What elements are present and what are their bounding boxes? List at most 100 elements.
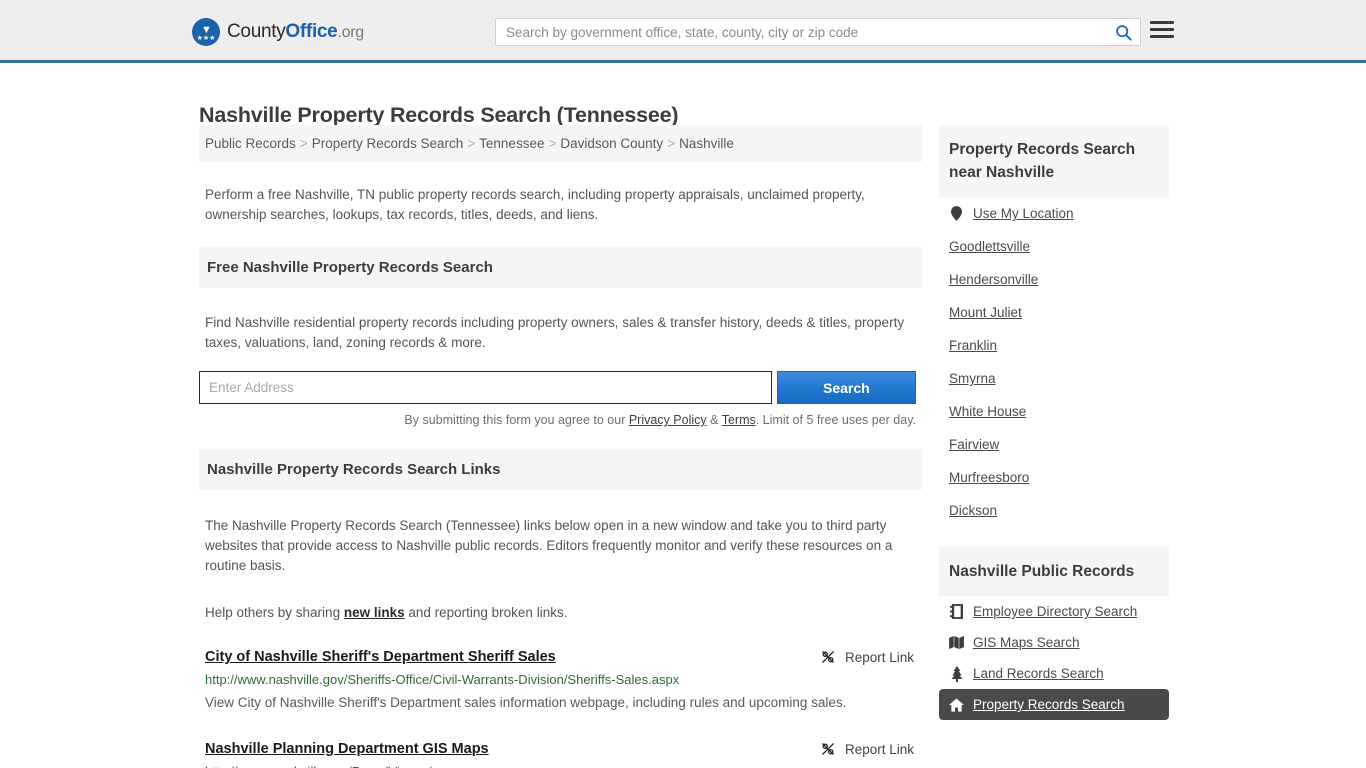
free-search-description: Find Nashville residential property reco… [205,315,905,350]
sidebar-item-goodlettsville[interactable]: Goodlettsville [939,230,1169,263]
tree-glyph [951,665,962,682]
home-icon [949,697,964,712]
breadcrumb-separator: > [548,136,557,151]
countyoffice-eagle-logo-icon: ▼ ★★★ [192,18,220,46]
breadcrumb: Public Records > Property Records Search > T… [199,125,922,162]
public-records-panel-heading: Nashville Public Records [939,547,1169,596]
sidebar-link[interactable]: Employee Directory Search [973,604,1137,619]
sidebar-link[interactable]: Mount Juliet [949,305,1022,320]
sidebar: Property Records Search near Nashville U… [939,125,1169,720]
breadcrumb-item-property-records-search[interactable]: Property Records Search [312,136,464,151]
sidebar-item-fairview[interactable]: Fairview [939,428,1169,461]
stars-glyph: ★★★ [196,35,216,42]
sidebar-link[interactable]: Dickson [949,503,997,518]
links-section-description: The Nashville Property Records Search (T… [205,517,893,573]
sidebar-item-dickson[interactable]: Dickson [939,494,1169,527]
sidebar-item-mount-juliet[interactable]: Mount Juliet [939,296,1169,329]
result-header: City of Nashville Sheriff's Department S… [205,649,916,665]
result-title-link[interactable]: City of Nashville Sheriff's Department S… [205,649,556,665]
sidebar-link[interactable]: Smyrna [949,371,996,386]
map-glyph [949,636,964,649]
help-share-line: Help others by sharing new links and rep… [199,589,922,623]
public-records-list: Employee Directory Search GIS Maps Searc… [939,596,1169,720]
report-link-button[interactable]: Report Link [820,741,916,757]
sidebar-item-smyrna[interactable]: Smyrna [939,362,1169,395]
breadcrumb-separator: > [299,136,308,151]
sidebar-link[interactable]: Murfreesboro [949,470,1029,485]
sidebar-item-land-records-search[interactable]: Land Records Search [939,658,1169,689]
sidebar-link[interactable]: Use My Location [973,206,1074,221]
address-search-form: Search [199,371,922,404]
hamburger-bar [1150,28,1174,31]
nearby-city-list: Use My Location Goodlettsville Henderson… [939,197,1169,527]
main-content-column: Public Records > Property Records Search > T… [199,125,922,768]
disclaimer-prefix: By submitting this form you agree to our [404,413,629,427]
disclaimer-amp: & [706,413,722,427]
nearby-panel-heading: Property Records Search near Nashville [939,125,1169,197]
address-input[interactable] [199,371,772,404]
report-link-button[interactable]: Report Link [820,649,916,665]
breadcrumb-item-public-records[interactable]: Public Records [205,136,296,151]
hamburger-menu-icon[interactable] [1150,21,1174,38]
links-section-heading: Nashville Property Records Search Links [199,449,922,490]
home-glyph [949,697,964,712]
search-icon-glyph [1115,24,1132,41]
result-header: Nashville Planning Department GIS Maps R… [205,741,916,757]
sidebar-link[interactable]: Land Records Search [973,666,1104,681]
sidebar-item-employee-directory-search[interactable]: Employee Directory Search [939,596,1169,627]
result-url: http://www.nashville.gov/Sheriffs-Office… [205,672,680,687]
sidebar-link[interactable]: White House [949,404,1026,419]
sidebar-item-hendersonville[interactable]: Hendersonville [939,263,1169,296]
search-input[interactable] [496,24,1106,40]
sidebar-link[interactable]: Franklin [949,338,997,353]
hamburger-bar [1150,35,1174,38]
privacy-policy-link[interactable]: Privacy Policy [629,413,707,427]
result-item: Nashville Planning Department GIS Maps R… [199,741,922,768]
breadcrumb-item-nashville[interactable]: Nashville [679,136,734,151]
sidebar-item-gis-maps-search[interactable]: GIS Maps Search [939,627,1169,658]
header-search-box[interactable] [495,18,1141,46]
public-records-panel: Nashville Public Records Employee Direct… [939,547,1169,720]
breadcrumb-item-davidson-county[interactable]: Davidson County [560,136,663,151]
disclaimer-suffix: . Limit of 5 free uses per day. [755,413,916,427]
breadcrumb-separator: > [467,136,476,151]
sidebar-item-murfreesboro[interactable]: Murfreesboro [939,461,1169,494]
sidebar-link[interactable]: Property Records Search [973,697,1125,712]
terms-link[interactable]: Terms [722,413,756,427]
result-title-link[interactable]: Nashville Planning Department GIS Maps [205,741,489,757]
broken-link-icon [822,743,834,755]
breadcrumb-separator: > [667,136,676,151]
report-link-label: Report Link [844,649,914,665]
search-button[interactable]: Search [776,371,916,404]
new-links-link[interactable]: new links [344,605,405,620]
site-logo[interactable]: ▼ ★★★ CountyOffice.org [192,18,364,46]
sidebar-item-use-my-location[interactable]: Use My Location [939,197,1169,230]
map-pin-glyph [951,206,962,221]
map-icon [949,635,964,650]
sidebar-link[interactable]: Goodlettsville [949,239,1030,254]
broken-link-icon [822,651,834,663]
sidebar-item-franklin[interactable]: Franklin [939,329,1169,362]
tree-icon [949,665,964,682]
form-disclaimer: By submitting this form you agree to our… [199,413,922,427]
logo-text-office: Office [285,21,338,42]
breadcrumb-item-tennessee[interactable]: Tennessee [479,136,544,151]
search-icon[interactable] [1106,19,1140,45]
eagle-glyph: ▼ [201,24,212,36]
sidebar-item-property-records-search[interactable]: Property Records Search [939,689,1169,720]
result-description: View City of Nashville Sheriff's Departm… [205,695,847,710]
site-header: ▼ ★★★ CountyOffice.org [0,0,1366,63]
sidebar-link[interactable]: Hendersonville [949,272,1038,287]
hamburger-bar [1150,21,1174,24]
free-search-heading: Free Nashville Property Records Search [199,246,922,288]
report-link-label: Report Link [844,741,914,757]
logo-text-county: County [227,21,286,42]
sidebar-item-white-house[interactable]: White House [939,395,1169,428]
result-url: http://maps.nashville.gov/ParcelViewer/ [205,764,916,768]
sidebar-link[interactable]: GIS Maps Search [973,635,1080,650]
sidebar-link[interactable]: Fairview [949,437,999,452]
page-intro-text: Perform a free Nashville, TN public prop… [205,186,865,222]
result-item: City of Nashville Sheriff's Department S… [199,649,922,715]
help-prefix: Help others by sharing [205,605,344,620]
address-book-glyph [950,604,963,619]
